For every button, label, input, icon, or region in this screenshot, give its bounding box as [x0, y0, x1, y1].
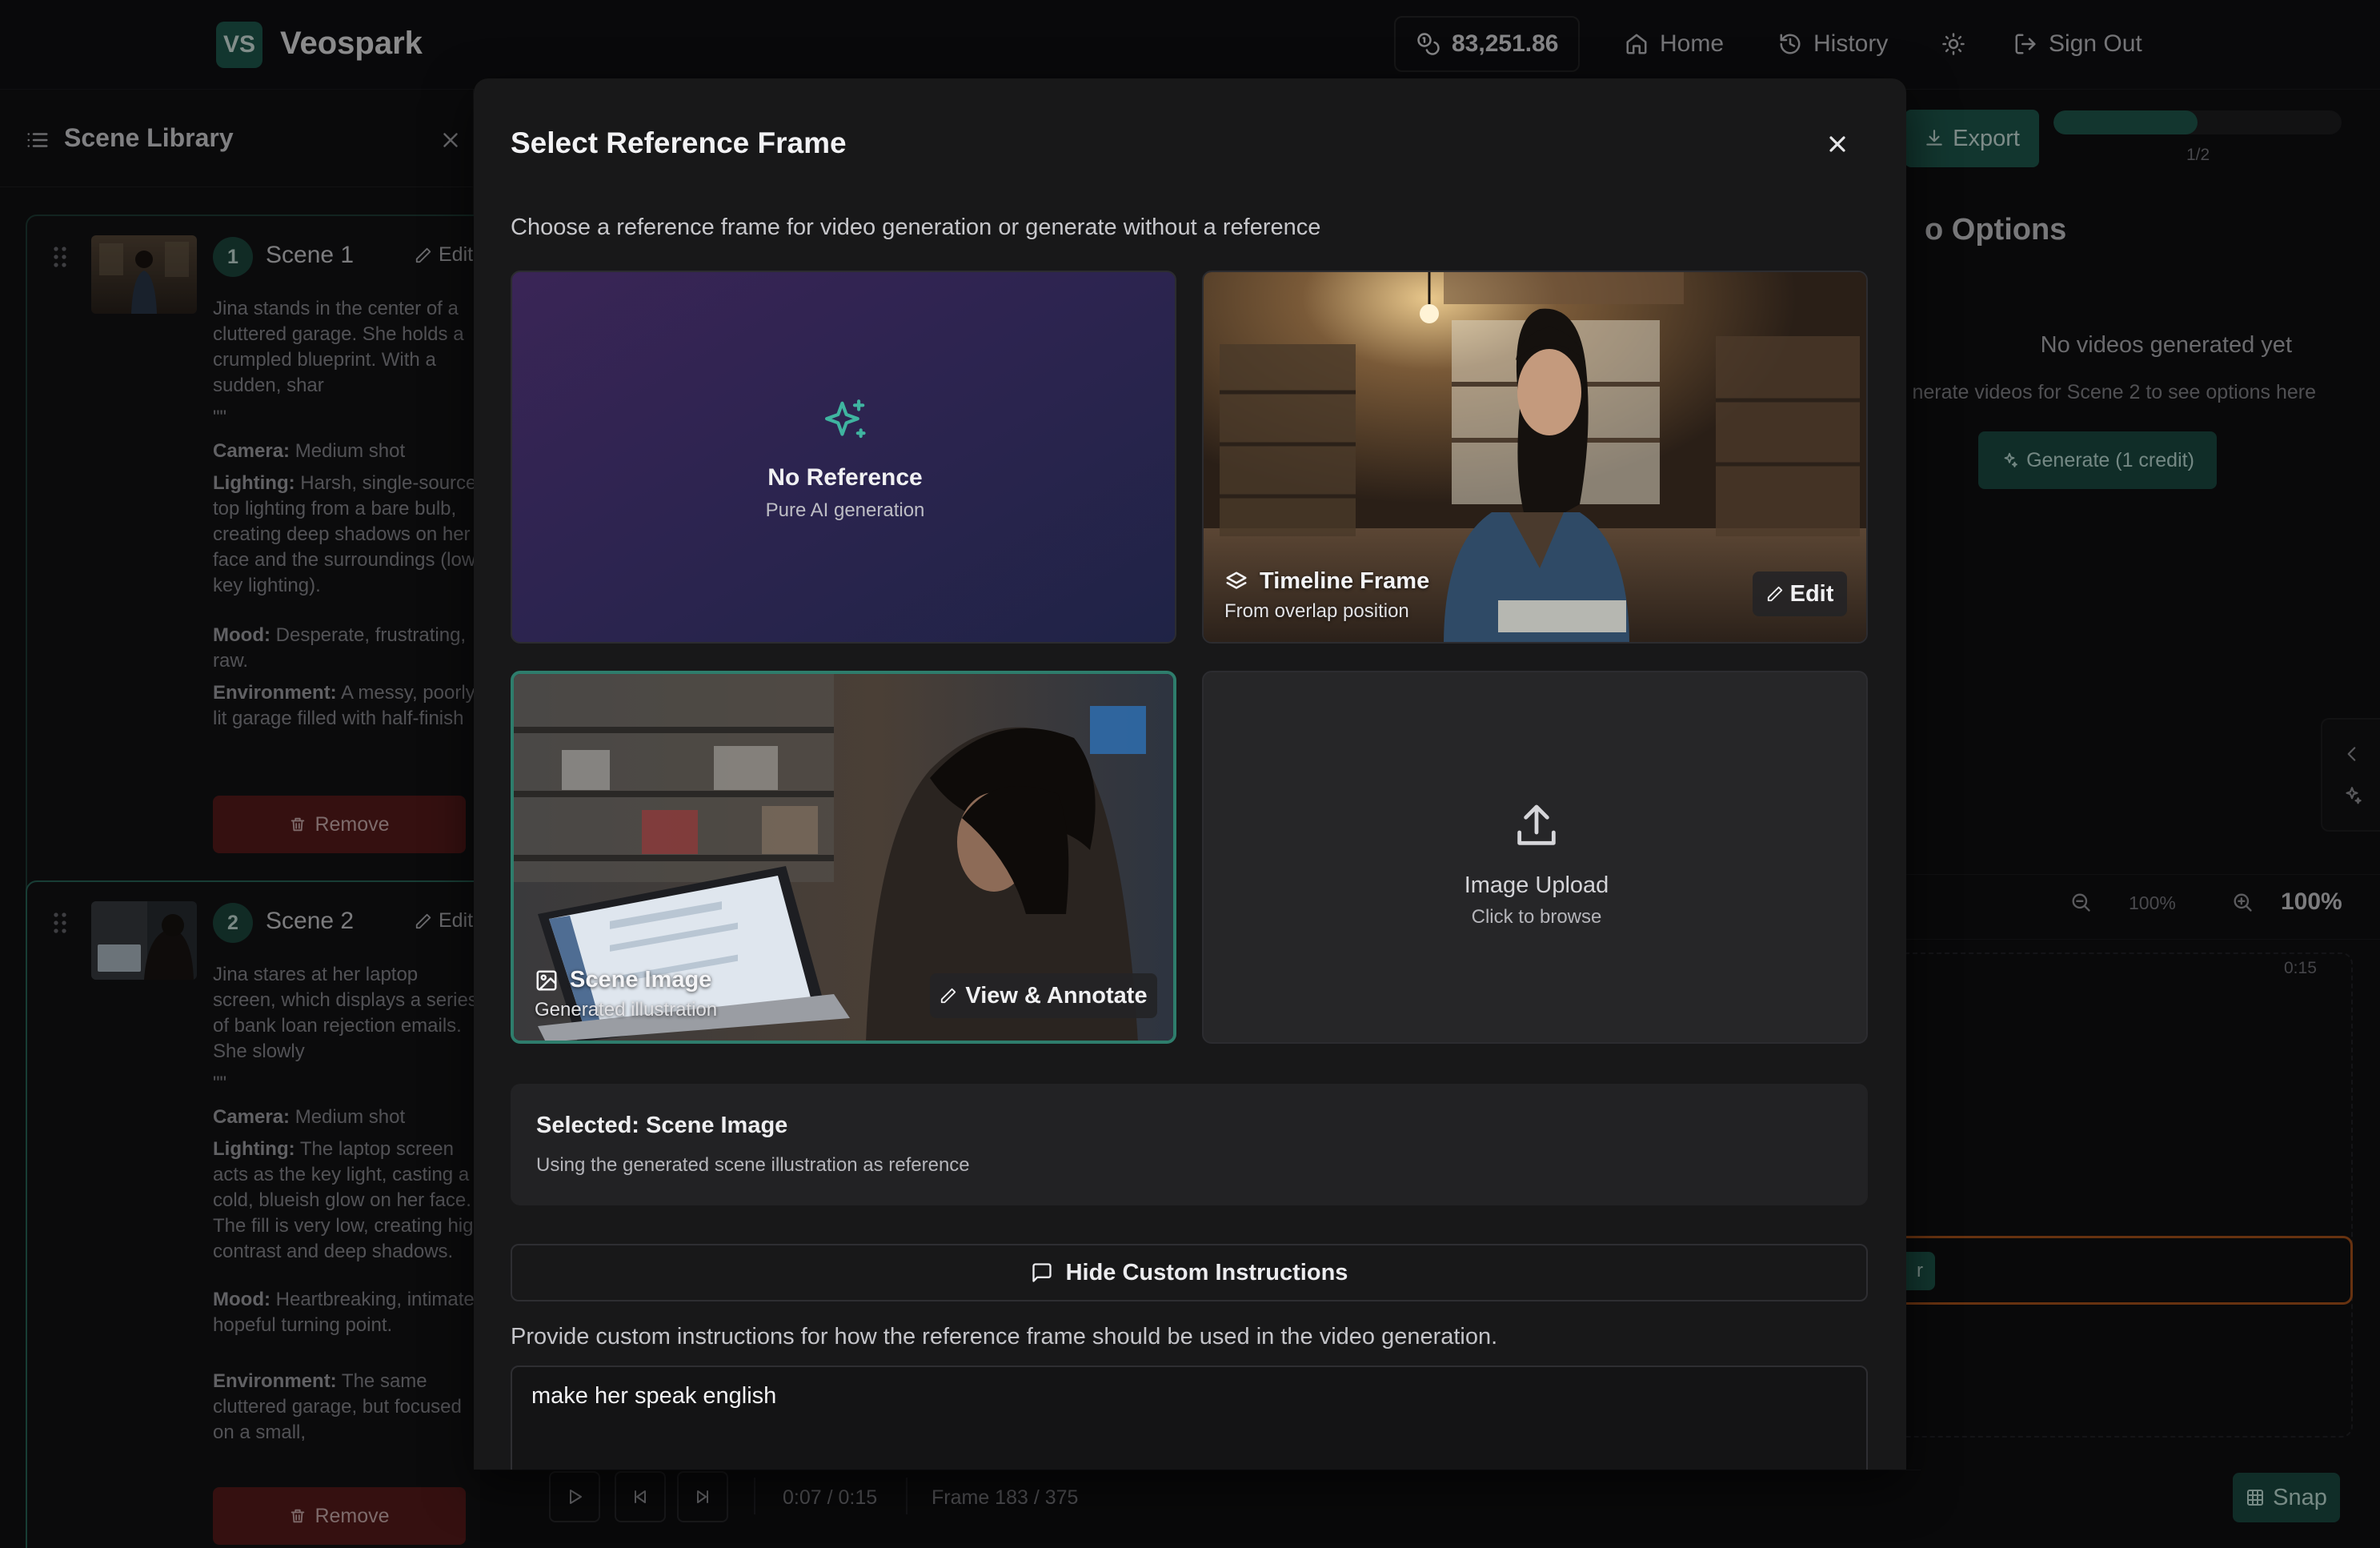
custom-instructions-input[interactable]: make her speak english	[511, 1366, 1868, 1470]
option-title: Image Upload	[1464, 872, 1609, 898]
message-square-icon	[1032, 1263, 1052, 1282]
option-subtitle: Generated illustration	[535, 999, 718, 1021]
toggle-custom-instructions-button[interactable]: Hide Custom Instructions	[511, 1244, 1868, 1301]
option-title: Timeline Frame	[1260, 568, 1430, 594]
edit-frame-button[interactable]: Edit	[1753, 571, 1847, 616]
sparkles-icon	[824, 399, 866, 439]
option-subtitle: Pure AI generation	[765, 499, 925, 521]
select-reference-frame-dialog: Select Reference Frame Choose a referenc…	[474, 78, 1906, 1470]
dialog-description: Choose a reference frame for video gener…	[511, 215, 1321, 240]
image-icon	[536, 970, 557, 990]
option-timeline-frame[interactable]: Timeline Frame From overlap position Edi…	[1202, 271, 1868, 644]
selection-description: Using the generated scene illustration a…	[536, 1154, 970, 1176]
pencil-icon	[941, 988, 956, 1004]
option-subtitle: Click to browse	[1471, 906, 1602, 928]
option-no-reference[interactable]: No Reference Pure AI generation	[511, 271, 1176, 644]
dialog-title: Select Reference Frame	[511, 126, 847, 159]
upload-icon	[1517, 804, 1556, 845]
close-icon[interactable]	[1825, 131, 1850, 157]
view-annotate-button[interactable]: View & Annotate	[930, 973, 1157, 1018]
option-subtitle: From overlap position	[1224, 600, 1409, 622]
edit-frame-label: Edit	[1789, 580, 1834, 607]
option-caption: Timeline Frame	[1224, 568, 1429, 595]
option-image-upload[interactable]: Image Upload Click to browse	[1202, 671, 1868, 1044]
view-annotate-label: View & Annotate	[965, 982, 1148, 1009]
option-title: Scene Image	[570, 967, 712, 993]
custom-instructions-description: Provide custom instructions for how the …	[511, 1324, 1498, 1349]
option-caption: Scene Image	[535, 967, 711, 993]
option-title: No Reference	[767, 464, 923, 491]
selection-summary: Selected: Scene Image Using the generate…	[511, 1084, 1868, 1205]
option-scene-image[interactable]: Scene Image Generated illustration View …	[511, 671, 1176, 1044]
pencil-icon	[1767, 586, 1782, 602]
layers-icon	[1226, 571, 1247, 589]
selection-title: Selected: Scene Image	[536, 1113, 788, 1138]
toggle-custom-instructions-label: Hide Custom Instructions	[1065, 1259, 1348, 1285]
